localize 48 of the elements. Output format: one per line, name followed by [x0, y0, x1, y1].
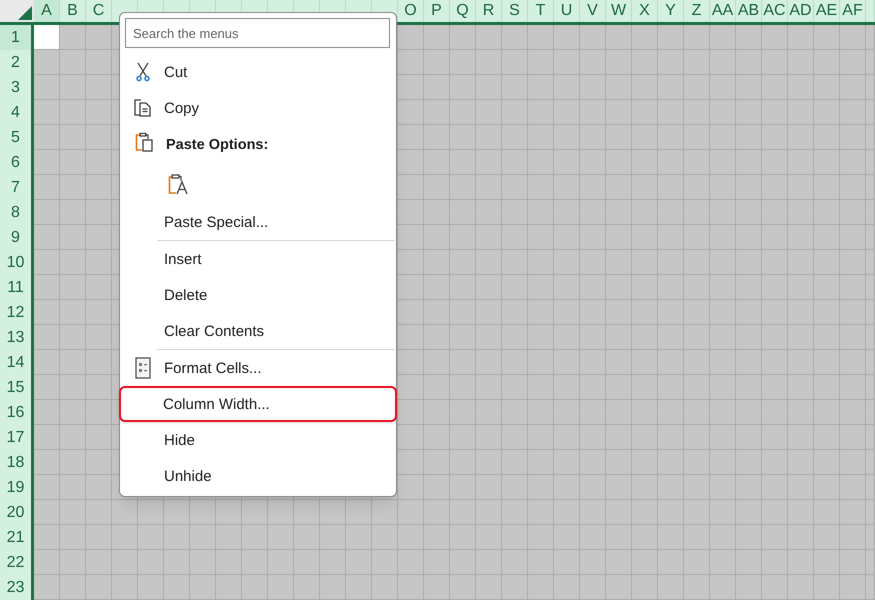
- menu-item[interactable]: Copy: [120, 90, 396, 126]
- menu-item[interactable]: Column Width...: [119, 386, 397, 422]
- column-header[interactable]: A: [34, 0, 60, 22]
- row-header[interactable]: 11: [0, 275, 34, 301]
- clipboard-icon: [135, 131, 155, 153]
- row-header[interactable]: 16: [0, 400, 34, 426]
- row-header[interactable]: 21: [0, 525, 34, 551]
- row-header[interactable]: 18: [0, 450, 34, 476]
- row-header[interactable]: 20: [0, 500, 34, 526]
- menu-item[interactable]: Cut: [120, 54, 396, 90]
- menu-item[interactable]: Delete: [120, 277, 396, 313]
- row-header[interactable]: 1: [0, 25, 34, 51]
- row-header[interactable]: 17: [0, 425, 34, 451]
- section-heading: Paste Options:: [166, 138, 268, 152]
- row-header[interactable]: 7: [0, 175, 34, 201]
- column-header[interactable]: AC: [762, 0, 788, 22]
- row-header[interactable]: 19: [0, 475, 34, 501]
- menu-item[interactable]: Clear Contents: [120, 313, 396, 349]
- row-header[interactable]: 10: [0, 250, 34, 276]
- row-header[interactable]: 5: [0, 125, 34, 151]
- row-header[interactable]: 2: [0, 50, 34, 76]
- menu-item[interactable]: Format Cells...: [120, 350, 396, 386]
- scissors-icon: [136, 62, 150, 82]
- column-header[interactable]: AE: [814, 0, 840, 22]
- row-header[interactable]: 23: [0, 575, 34, 600]
- column-header[interactable]: AB: [736, 0, 762, 22]
- row-header[interactable]: 9: [0, 225, 34, 251]
- row-header[interactable]: 4: [0, 100, 34, 126]
- active-cell[interactable]: [34, 25, 60, 50]
- row-header[interactable]: 13: [0, 325, 34, 351]
- menu-item[interactable]: Unhide: [120, 458, 396, 494]
- menu-item[interactable]: Hide: [120, 422, 396, 458]
- select-all-icon[interactable]: [18, 6, 32, 20]
- row-header[interactable]: 6: [0, 150, 34, 176]
- copy-icon: [133, 98, 153, 118]
- row-header[interactable]: 15: [0, 375, 34, 401]
- row-header[interactable]: 14: [0, 350, 34, 376]
- row-header[interactable]: 22: [0, 550, 34, 576]
- row-header[interactable]: 12: [0, 300, 34, 326]
- row-header[interactable]: 8: [0, 200, 34, 226]
- column-header[interactable]: AD: [788, 0, 814, 22]
- column-header[interactable]: AA: [710, 0, 736, 22]
- menu-item[interactable]: Insert: [120, 241, 396, 277]
- menu-item[interactable]: Paste Special...: [120, 204, 396, 240]
- column-header[interactable]: AF: [840, 0, 866, 22]
- row-header[interactable]: 3: [0, 75, 34, 101]
- search-field[interactable]: Search the menus: [125, 18, 390, 48]
- format-cells-icon: [135, 357, 151, 379]
